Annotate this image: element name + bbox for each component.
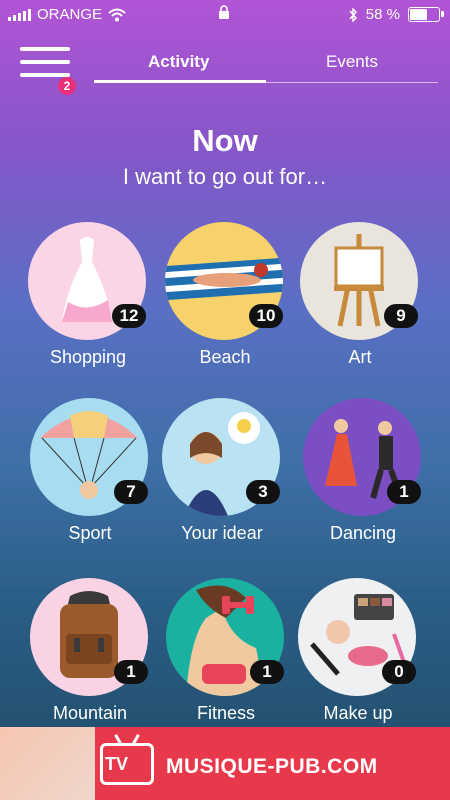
category-label: Your idear — [181, 523, 263, 543]
status-left: ORANGE — [8, 6, 126, 23]
status-right: 58 % — [348, 6, 444, 23]
ad-logo-text: TV — [105, 754, 129, 774]
ad-image — [0, 727, 95, 800]
page-title: Now — [192, 123, 258, 158]
category-count: 3 — [246, 480, 280, 504]
category-count: 10 — [249, 304, 283, 328]
status-bar: ORANGE 58 % — [0, 0, 450, 30]
category-count: 1 — [114, 660, 148, 684]
category-label: Sport — [68, 523, 112, 543]
signal-icon — [8, 8, 31, 21]
category-count: 0 — [382, 660, 416, 684]
category-label: Dancing — [329, 523, 397, 543]
category-count: 9 — [384, 304, 418, 328]
wifi-icon — [108, 8, 126, 21]
category-label: Fitness — [196, 703, 256, 723]
category-label: Make up — [323, 703, 393, 723]
category-label: Beach — [199, 347, 251, 367]
ad-banner[interactable]: TV MUSIQUE-PUB.COM — [0, 727, 450, 800]
category-label: Shopping — [49, 347, 127, 367]
hamburger-menu-button[interactable]: 2 — [20, 47, 76, 95]
bluetooth-icon — [349, 7, 357, 22]
lock-icon — [218, 5, 230, 23]
battery-label: 58 % — [365, 6, 400, 23]
category-count: 7 — [114, 480, 148, 504]
notification-badge: 2 — [58, 77, 76, 95]
tab-activity[interactable]: Activity — [148, 52, 209, 72]
category-label: Mountain — [52, 703, 128, 723]
battery-icon — [408, 7, 444, 22]
tab-active-indicator — [94, 80, 266, 83]
page-subtitle: I want to go out for… — [122, 164, 328, 189]
category-count: 1 — [250, 660, 284, 684]
category-count: 12 — [112, 304, 146, 328]
carrier-label: ORANGE — [37, 6, 103, 23]
ad-brand-label: MUSIQUE-PUB.COM — [166, 755, 378, 778]
tab-events[interactable]: Events — [326, 52, 378, 72]
category-label: Art — [348, 347, 372, 367]
category-count: 1 — [387, 480, 421, 504]
